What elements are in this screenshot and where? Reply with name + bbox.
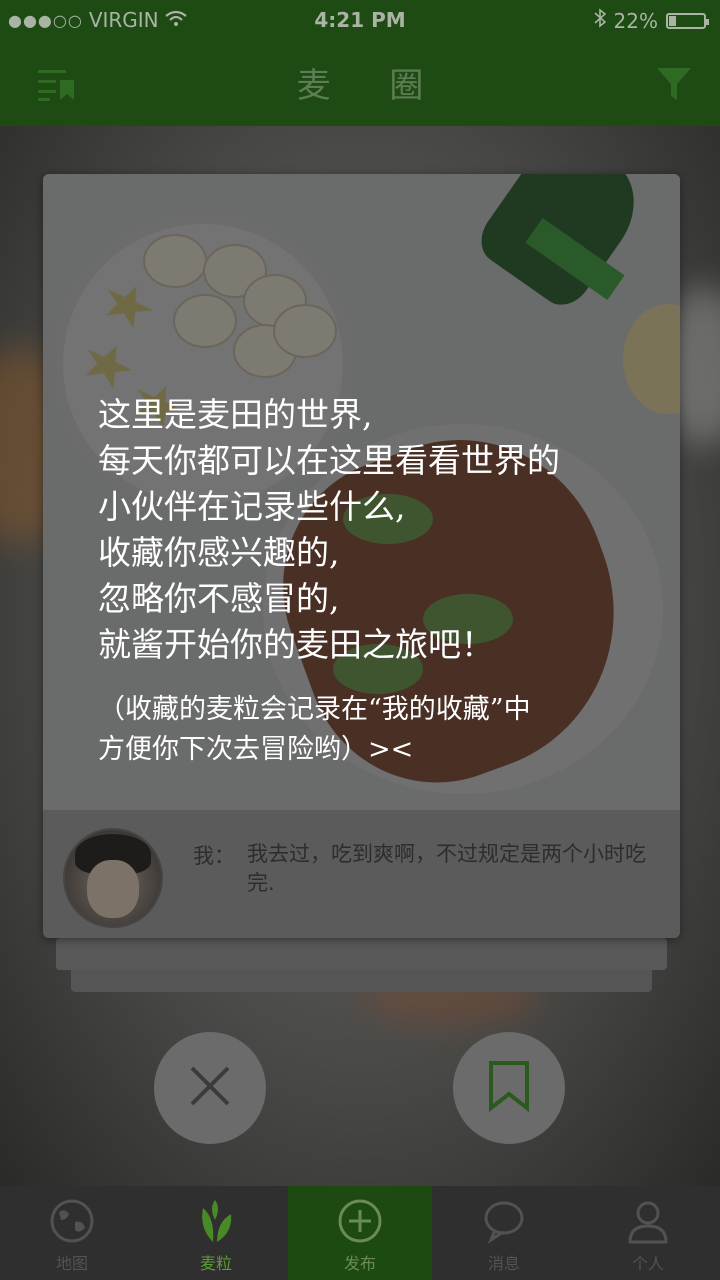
intro-line: 忽略你不感冒的, bbox=[98, 579, 340, 618]
tab-grains[interactable]: 麦粒 bbox=[144, 1186, 288, 1280]
tab-profile[interactable]: 个人 bbox=[576, 1186, 720, 1280]
chat-bubble-icon bbox=[481, 1198, 527, 1250]
note-line: 方便你下次去冒险哟）>< bbox=[98, 734, 414, 765]
nav-bar: 麦 圈 bbox=[0, 40, 720, 126]
save-button[interactable] bbox=[453, 1032, 565, 1144]
filter-icon[interactable] bbox=[656, 66, 692, 106]
plus-circle-icon bbox=[337, 1198, 383, 1250]
intro-text: 这里是麦田的世界, 每天你都可以在这里看看世界的 小伙伴在记录些什么, 收藏你感… bbox=[98, 392, 658, 668]
intro-line: 收藏你感兴趣的, bbox=[98, 533, 340, 572]
person-icon bbox=[625, 1198, 671, 1250]
intro-line: 小伙伴在记录些什么, bbox=[98, 487, 406, 526]
dismiss-button[interactable] bbox=[154, 1032, 266, 1144]
globe-icon bbox=[49, 1198, 95, 1250]
tab-label: 麦粒 bbox=[199, 1254, 232, 1273]
page-title: 麦 圈 bbox=[296, 66, 448, 106]
intro-line: 每天你都可以在这里看看世界的 bbox=[98, 441, 560, 480]
battery-icon bbox=[666, 12, 709, 29]
battery-percent: 22% bbox=[613, 8, 658, 33]
note-line: （收藏的麦粒会记录在“我的收藏”中 bbox=[98, 694, 531, 725]
intro-line: 这里是麦田的世界, bbox=[98, 395, 373, 434]
tab-bar: 地图 麦粒 发布 消息 个人 bbox=[0, 1186, 720, 1280]
comment-user: 我： bbox=[193, 844, 235, 868]
tab-messages[interactable]: 消息 bbox=[432, 1186, 576, 1280]
close-icon bbox=[186, 1062, 234, 1114]
tab-publish[interactable]: 发布 bbox=[288, 1186, 432, 1280]
card-stack-middle bbox=[56, 938, 667, 970]
bookmark-icon bbox=[487, 1060, 531, 1116]
tab-label: 个人 bbox=[631, 1254, 664, 1273]
status-bar: ●●●○○ VIRGIN 4:21 PM 22% bbox=[0, 0, 720, 40]
tab-label: 发布 bbox=[343, 1254, 376, 1273]
leaf-icon bbox=[193, 1198, 239, 1250]
intro-note: （收藏的麦粒会记录在“我的收藏”中 方便你下次去冒险哟）>< bbox=[98, 690, 658, 770]
comment-row: 我： 我去过，吃到爽啊，不过规定是两个小时吃完. bbox=[43, 810, 680, 938]
tab-map[interactable]: 地图 bbox=[0, 1186, 144, 1280]
bluetooth-icon bbox=[594, 8, 606, 33]
avatar[interactable] bbox=[63, 828, 163, 928]
tab-label: 消息 bbox=[487, 1254, 520, 1273]
comment-text: 我去过，吃到爽啊，不过规定是两个小时吃完. bbox=[247, 842, 646, 895]
tab-label: 地图 bbox=[55, 1254, 88, 1273]
intro-line: 就酱开始你的麦田之旅吧！ bbox=[98, 625, 494, 664]
